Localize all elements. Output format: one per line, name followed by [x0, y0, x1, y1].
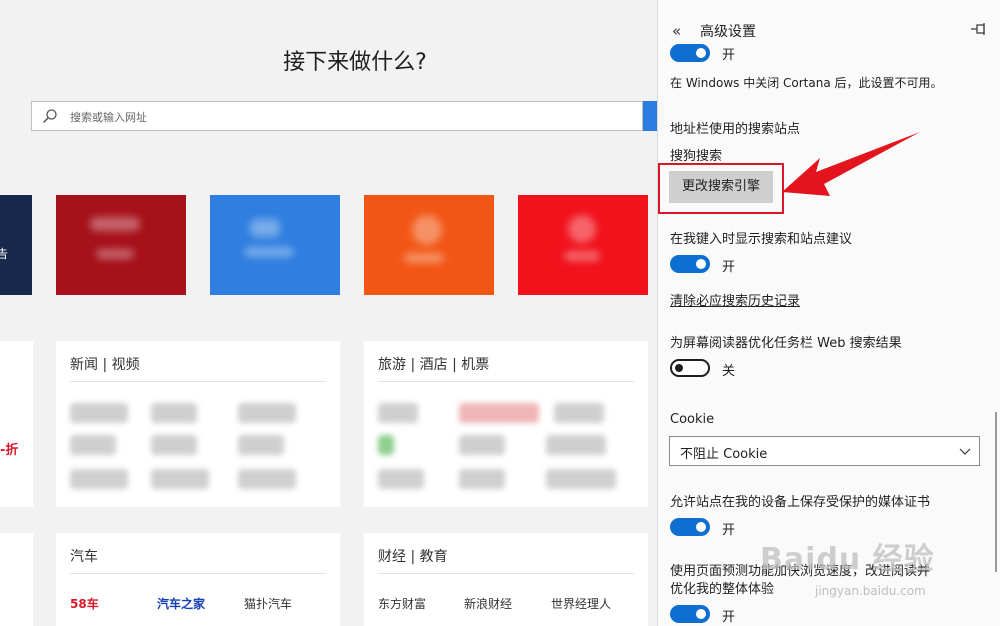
page-heading: 接下来做什么?: [283, 50, 427, 75]
finance-card: 财经 | 教育 东方财富 新浪财经 世界经理人: [364, 533, 648, 626]
card-title: 财经 | 教育: [378, 549, 448, 565]
card-link[interactable]: 猫扑汽车: [244, 595, 292, 612]
suggestions-label: 在我键入时显示搜索和站点建议: [670, 232, 853, 247]
search-engine-value: 搜狗搜索: [670, 149, 723, 164]
news-card: 新闻 | 视频: [56, 341, 340, 507]
cookie-select[interactable]: 不阻止 Cookie: [669, 436, 980, 466]
change-search-engine-button[interactable]: 更改搜索引擎: [669, 171, 773, 203]
top-site-tile[interactable]: [364, 195, 494, 295]
top-site-tile[interactable]: [210, 195, 340, 295]
blurred-link[interactable]: [378, 469, 424, 489]
auto-card: 汽车 58车 汽车之家 猫扑汽车: [56, 533, 340, 626]
cookie-value: 不阻止 Cookie: [680, 447, 768, 462]
card-title: 新闻 | 视频: [70, 357, 140, 373]
blurred-link[interactable]: [70, 435, 116, 455]
top-site-tile[interactable]: 告: [0, 195, 32, 295]
highlight-box: 更改搜索引擎: [658, 163, 784, 214]
blurred-link[interactable]: [151, 469, 209, 489]
blurred-link[interactable]: [378, 435, 394, 455]
card-title: 汽车: [70, 549, 98, 565]
divider: [70, 381, 326, 382]
blurred-link[interactable]: [151, 403, 197, 423]
cortana-note: 在 Windows 中关闭 Cortana 后，此设置不可用。: [670, 76, 943, 90]
card-link[interactable]: 汽车之家: [157, 595, 205, 612]
blurred-link[interactable]: [238, 469, 296, 489]
card-link[interactable]: 世界经理人: [551, 595, 611, 612]
toggle-state: 开: [722, 48, 736, 63]
suggestions-toggle[interactable]: [670, 255, 710, 273]
travel-card: 旅游 | 酒店 | 机票: [364, 341, 648, 507]
media-license-label: 允许站点在我的设备上保存受保护的媒体证书: [670, 495, 931, 510]
back-chevron-icon[interactable]: «: [672, 22, 681, 40]
advanced-settings-pane: « 高级设置 开 在 Windows 中关闭 Cortana 后，此设置不可用。…: [657, 0, 1000, 626]
blurred-link[interactable]: [238, 435, 284, 455]
top-site-tile[interactable]: [56, 195, 186, 295]
screenreader-toggle[interactable]: [670, 359, 710, 377]
pin-icon[interactable]: [970, 21, 988, 37]
scrollbar[interactable]: [995, 412, 997, 572]
chevron-down-icon: [959, 448, 971, 455]
page-predict-label: 优化我的整体体验: [670, 582, 775, 597]
content-card: -折: [0, 341, 33, 507]
top-site-tile[interactable]: [518, 195, 648, 295]
blurred-link[interactable]: [378, 403, 418, 423]
toggle-state: 关: [722, 364, 736, 379]
card-link[interactable]: 新浪财经: [464, 595, 512, 612]
divider: [378, 573, 634, 574]
toggle-state: 开: [722, 260, 736, 275]
divider: [378, 381, 634, 382]
search-go-button[interactable]: [643, 101, 657, 131]
search-placeholder: 搜索或输入网址: [70, 111, 147, 124]
screenreader-label: 为屏幕阅读器优化任务栏 Web 搜索结果: [670, 336, 902, 351]
red-promo-text: -折: [0, 443, 19, 458]
pane-title: 高级设置: [700, 24, 756, 40]
annotation-arrow-icon: [782, 132, 920, 196]
toggle-state: 开: [722, 610, 736, 625]
watermark-url: jingyan.baidu.com: [815, 584, 926, 598]
watermark-logo: Baidu 经验: [760, 542, 935, 577]
card-link[interactable]: 东方财富: [378, 595, 426, 612]
blurred-link[interactable]: [554, 403, 604, 423]
blurred-link[interactable]: [459, 469, 505, 489]
clear-history-link[interactable]: 清除必应搜索历史记录: [670, 290, 800, 309]
toggle-state: 开: [722, 523, 736, 538]
search-icon: [42, 109, 57, 124]
blurred-link[interactable]: [546, 469, 616, 489]
divider: [70, 573, 326, 574]
blurred-link[interactable]: [459, 403, 539, 423]
blurred-link[interactable]: [151, 435, 197, 455]
blurred-link[interactable]: [459, 435, 505, 455]
blurred-link[interactable]: [70, 469, 128, 489]
tile-label: 告: [0, 247, 9, 261]
page-predict-toggle[interactable]: [670, 605, 710, 623]
card-link[interactable]: 58车: [70, 595, 99, 612]
cortana-toggle[interactable]: [670, 44, 710, 62]
media-license-toggle[interactable]: [670, 518, 710, 536]
cookie-label: Cookie: [670, 412, 715, 427]
blurred-link[interactable]: [70, 403, 128, 423]
blurred-link[interactable]: [546, 435, 606, 455]
content-card: [0, 533, 33, 626]
search-input[interactable]: 搜索或输入网址: [31, 101, 643, 131]
blurred-link[interactable]: [238, 403, 296, 423]
card-title: 旅游 | 酒店 | 机票: [378, 357, 490, 373]
